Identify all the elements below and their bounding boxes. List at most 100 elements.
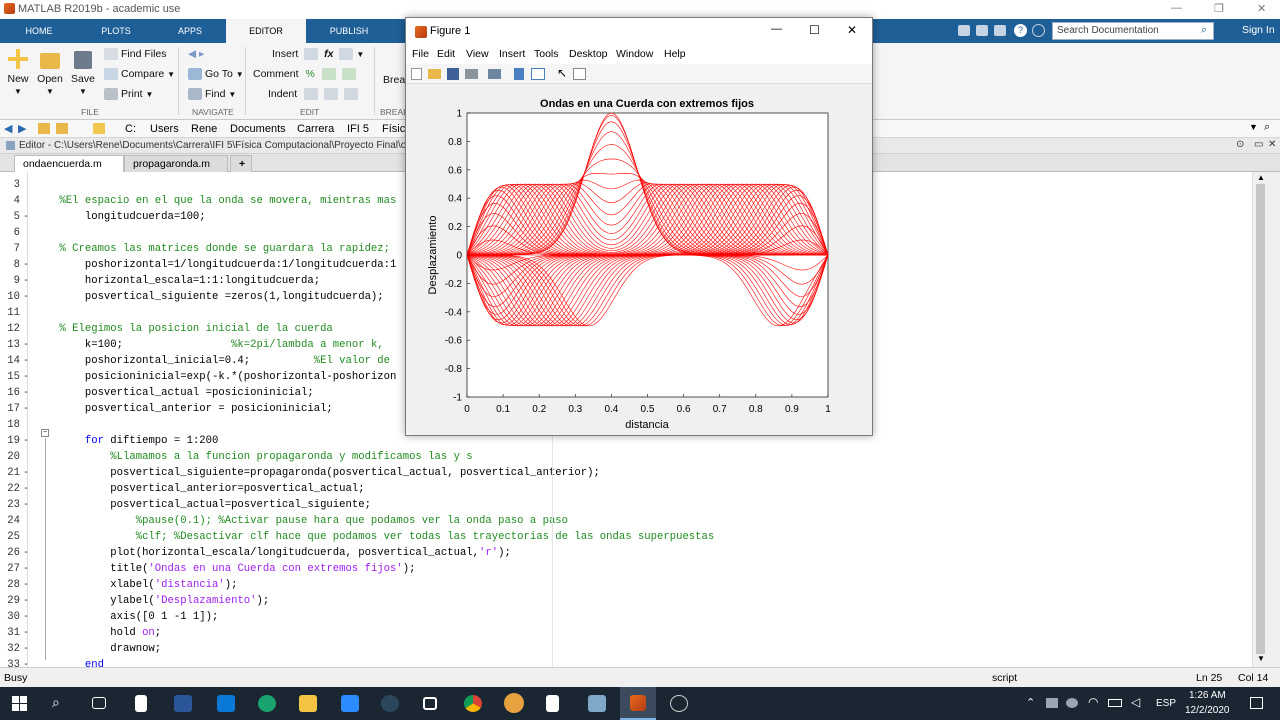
legend-icon[interactable] bbox=[531, 68, 545, 80]
code-line[interactable]: %Llamamos a la funcion propagaronda y mo… bbox=[34, 451, 472, 463]
property-editor-icon[interactable] bbox=[573, 68, 586, 80]
code-line[interactable]: longitudcuerda=100; bbox=[34, 211, 206, 223]
browse-folder-icon[interactable] bbox=[56, 123, 68, 134]
tray-chevron-icon[interactable]: ⌃ bbox=[1026, 696, 1035, 709]
app-icon[interactable] bbox=[588, 695, 606, 712]
link-plot-icon[interactable] bbox=[488, 69, 501, 79]
back-arrow-icon[interactable]: ◀ bbox=[4, 122, 12, 135]
code-line[interactable]: posvertical_actual=posvertical_siguiente… bbox=[34, 499, 371, 511]
dropdown-arrow-icon[interactable]: ▼ bbox=[46, 87, 54, 96]
code-line[interactable]: posvertical_anterior=posvertical_actual; bbox=[34, 483, 364, 495]
tab-publish[interactable]: PUBLISH bbox=[306, 19, 392, 43]
language-indicator[interactable]: ESP bbox=[1156, 698, 1176, 709]
word-icon[interactable] bbox=[174, 695, 192, 712]
code-line[interactable]: drawnow; bbox=[34, 643, 161, 655]
app-icon[interactable] bbox=[670, 695, 688, 712]
code-line[interactable]: posvertical_actual =posicioninicial; bbox=[34, 387, 314, 399]
scroll-up-icon[interactable]: ▲ bbox=[1257, 173, 1265, 182]
minimize-icon[interactable]: — bbox=[1171, 2, 1182, 14]
chevron-down-icon[interactable]: ▼ bbox=[1249, 122, 1258, 132]
colorbar-icon[interactable] bbox=[514, 68, 524, 80]
code-line[interactable]: posvertical_siguiente=propagaronda(posve… bbox=[34, 467, 600, 479]
steam-icon[interactable] bbox=[381, 695, 399, 712]
print-button[interactable]: Print ▼ bbox=[104, 88, 153, 101]
path-part[interactable]: C: bbox=[125, 123, 136, 135]
battery-icon[interactable] bbox=[1108, 699, 1122, 707]
tab-home[interactable]: HOME bbox=[0, 19, 78, 43]
path-part[interactable]: Carrera bbox=[297, 123, 334, 135]
menu-view[interactable]: View bbox=[466, 48, 489, 60]
sign-in-link[interactable]: Sign In bbox=[1242, 24, 1275, 36]
find-files-button[interactable]: Find Files bbox=[104, 48, 167, 61]
code-line[interactable]: title('Ondas en una Cuerda con extremos … bbox=[34, 563, 415, 575]
quick-access-icon[interactable] bbox=[994, 25, 1006, 36]
code-line[interactable]: for diftiempo = 1:200 bbox=[34, 435, 219, 447]
help-icon[interactable]: ? bbox=[1014, 24, 1027, 37]
editor-restore-icon[interactable]: ▭ bbox=[1254, 139, 1263, 150]
new-figure-icon[interactable] bbox=[411, 68, 422, 80]
quick-access-icon[interactable] bbox=[958, 25, 970, 36]
scroll-thumb[interactable] bbox=[1256, 184, 1265, 654]
code-line[interactable]: horizontal_escala=1:1:longitudcuerda; bbox=[34, 275, 320, 287]
maximize-icon[interactable]: ❐ bbox=[1214, 2, 1224, 15]
code-line[interactable]: %pause(0.1); %Activar pause hara que pod… bbox=[34, 515, 568, 527]
menu-edit[interactable]: Edit bbox=[437, 48, 455, 60]
path-part[interactable]: Users bbox=[150, 123, 179, 135]
code-line[interactable]: % Creamos las matrices donde se guardara… bbox=[34, 243, 390, 255]
path-part[interactable]: IFI 5 bbox=[347, 123, 369, 135]
scroll-down-icon[interactable]: ▼ bbox=[1257, 654, 1265, 663]
wifi-icon[interactable]: ◠ bbox=[1088, 695, 1098, 709]
notifications-icon[interactable] bbox=[1250, 697, 1263, 709]
go-to-button[interactable]: Go To ▼ bbox=[188, 68, 244, 81]
plot-canvas[interactable]: 0 0.1 0.2 0.3 0.4 0.5 0.6 0.7 0.8 0.9 1 1 0.8 0.6 0.4… bbox=[406, 84, 872, 435]
clock-date[interactable]: 12/2/2020 bbox=[1185, 705, 1230, 716]
code-line[interactable]: hold on; bbox=[34, 627, 161, 639]
code-line[interactable]: posvertical_anterior = posicioninicial; bbox=[34, 403, 333, 415]
menu-window[interactable]: Window bbox=[616, 48, 653, 60]
maximize-icon[interactable]: ☐ bbox=[809, 23, 820, 37]
path-part[interactable]: Documents bbox=[230, 123, 286, 135]
search-icon[interactable]: ⌕ bbox=[1201, 24, 1207, 37]
clock-time[interactable]: 1:26 AM bbox=[1189, 690, 1226, 701]
community-icon[interactable] bbox=[1032, 24, 1045, 37]
menu-help[interactable]: Help bbox=[664, 48, 686, 60]
compare-button[interactable]: Compare ▼ bbox=[104, 68, 175, 81]
code-line[interactable]: axis([0 1 -1 1]); bbox=[34, 611, 218, 623]
close-icon[interactable]: ✕ bbox=[1257, 2, 1266, 15]
save-figure-icon[interactable] bbox=[447, 68, 459, 80]
code-line[interactable]: posvertical_siguiente =zeros(1,longitudc… bbox=[34, 291, 384, 303]
menu-desktop[interactable]: Desktop bbox=[569, 48, 608, 60]
volume-icon[interactable]: ◁ bbox=[1131, 695, 1140, 709]
tab-propagaronda[interactable]: propagaronda.m ✕ bbox=[124, 155, 228, 186]
find-button[interactable]: Find ▼ bbox=[188, 88, 236, 101]
menu-tools[interactable]: Tools bbox=[534, 48, 559, 60]
wps-icon[interactable] bbox=[504, 693, 524, 713]
editor-close-icon[interactable]: ✕ bbox=[1268, 139, 1276, 150]
tab-editor[interactable]: EDITOR bbox=[226, 19, 306, 43]
code-line[interactable]: %clf; %Desactivar clf hace que podamos v… bbox=[34, 531, 715, 543]
figure-window[interactable]: Figure 1 — ☐ ✕ File Edit View Insert Too… bbox=[405, 17, 873, 436]
save-button[interactable]: Save bbox=[70, 49, 96, 85]
tab-plots[interactable]: PLOTS bbox=[78, 19, 154, 43]
file-explorer-icon[interactable] bbox=[299, 695, 317, 712]
tab-apps[interactable]: APPS bbox=[154, 19, 226, 43]
open-file-icon[interactable] bbox=[428, 69, 441, 79]
open-button[interactable]: Open bbox=[36, 49, 64, 85]
forward-arrow-icon[interactable]: ▶ bbox=[18, 122, 26, 135]
comment-button[interactable]: Comment % bbox=[253, 68, 359, 81]
code-line[interactable]: poshorizontal_inicial=0.4; %El valor de bbox=[34, 355, 390, 367]
back-forward-icon[interactable]: ◀ ▸ bbox=[188, 48, 204, 60]
dropdown-arrow-icon[interactable]: ▼ bbox=[14, 87, 22, 96]
quick-access-icon[interactable] bbox=[976, 25, 988, 36]
edge-icon[interactable] bbox=[258, 695, 276, 712]
task-view-icon[interactable] bbox=[92, 697, 106, 709]
window-icon[interactable] bbox=[423, 697, 437, 710]
code-line[interactable]: poshorizontal=1/longitudcuerda:1/longitu… bbox=[34, 259, 397, 271]
search-icon[interactable]: ⌕ bbox=[52, 694, 60, 711]
close-icon[interactable]: ✕ bbox=[847, 23, 857, 37]
chrome-icon[interactable] bbox=[464, 695, 482, 712]
up-folder-icon[interactable] bbox=[38, 123, 50, 134]
new-tab-button[interactable]: + bbox=[230, 155, 252, 172]
tray-icon[interactable] bbox=[1046, 698, 1058, 708]
tab-ondaencuerda[interactable]: ondaencuerda.m ✕ bbox=[14, 155, 124, 186]
